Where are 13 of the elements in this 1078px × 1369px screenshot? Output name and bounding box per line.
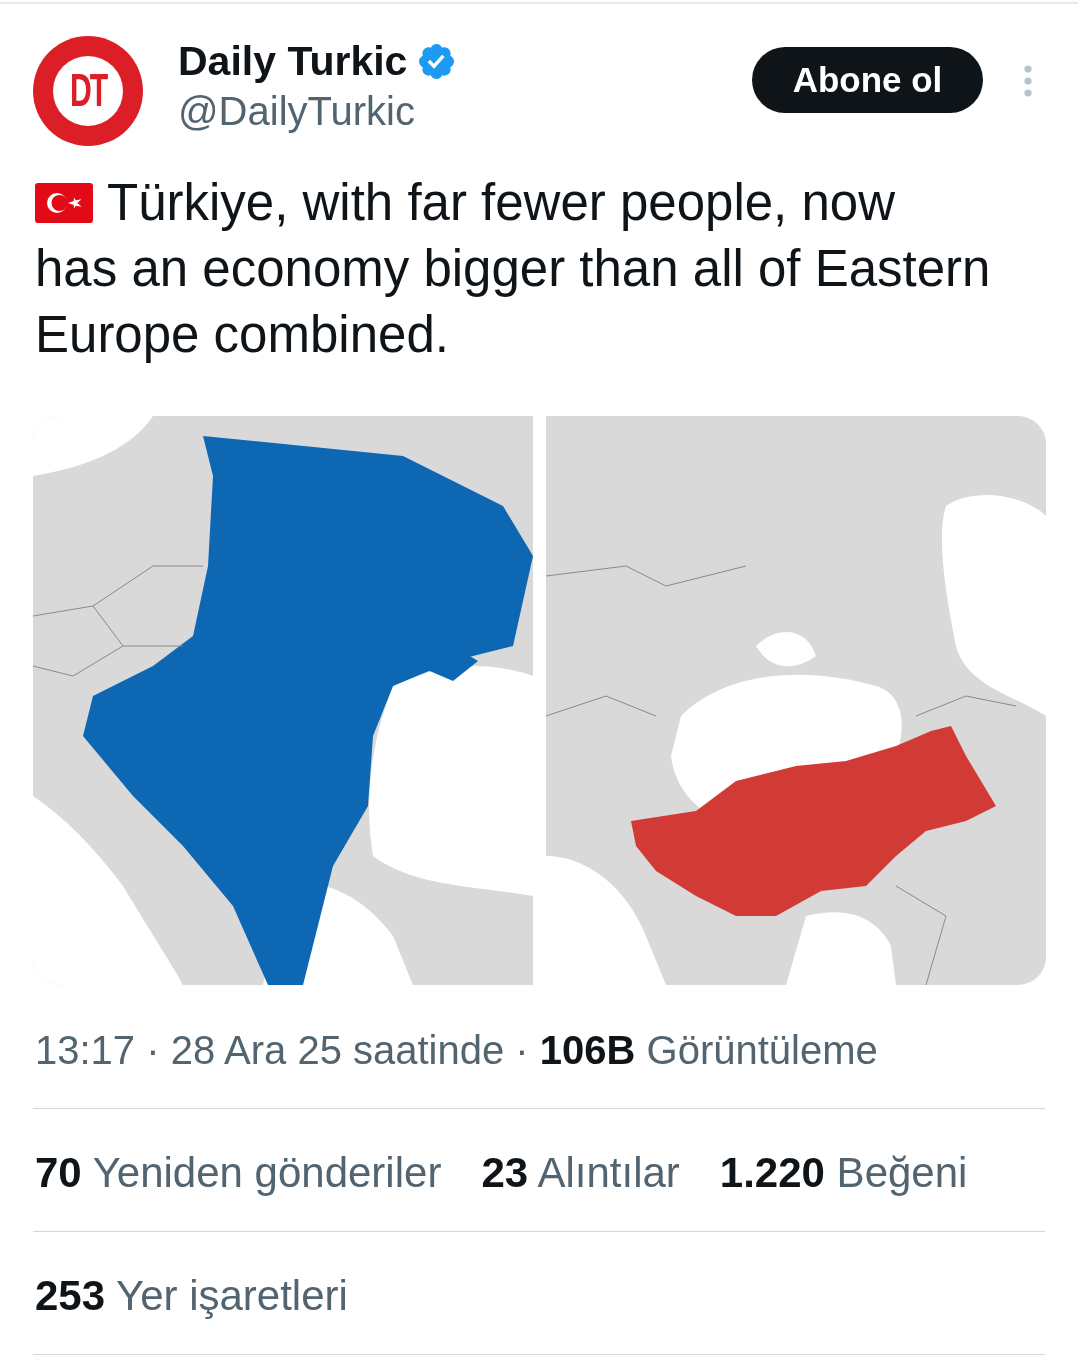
stat-link[interactable]: 253 Yer işaretleri [35, 1272, 348, 1320]
avatar-logo[interactable]: DT [33, 36, 143, 146]
stat-link[interactable]: 23 Alıntılar [481, 1149, 680, 1197]
post-text: Türkiye, with far fewer people, now [107, 173, 895, 233]
stat-link[interactable]: 70 Yeniden gönderiler [35, 1149, 442, 1197]
author-name[interactable]: Daily Turkic [178, 36, 408, 86]
stat-link[interactable]: 1.220 Beğeni [719, 1149, 968, 1197]
turkish-flag-icon [35, 183, 93, 223]
follow-button[interactable]: Abone ol [752, 47, 983, 113]
author-handle[interactable]: @DailyTurkic [178, 86, 415, 136]
post-text: has an economy bigger than all of Eastern Europe combined. [34, 239, 991, 365]
post-meta: 13:17 · 28 Ara 25 saatinde · 106B Görüntüleme [34, 1027, 878, 1074]
more-options-icon[interactable] [1024, 65, 1032, 97]
